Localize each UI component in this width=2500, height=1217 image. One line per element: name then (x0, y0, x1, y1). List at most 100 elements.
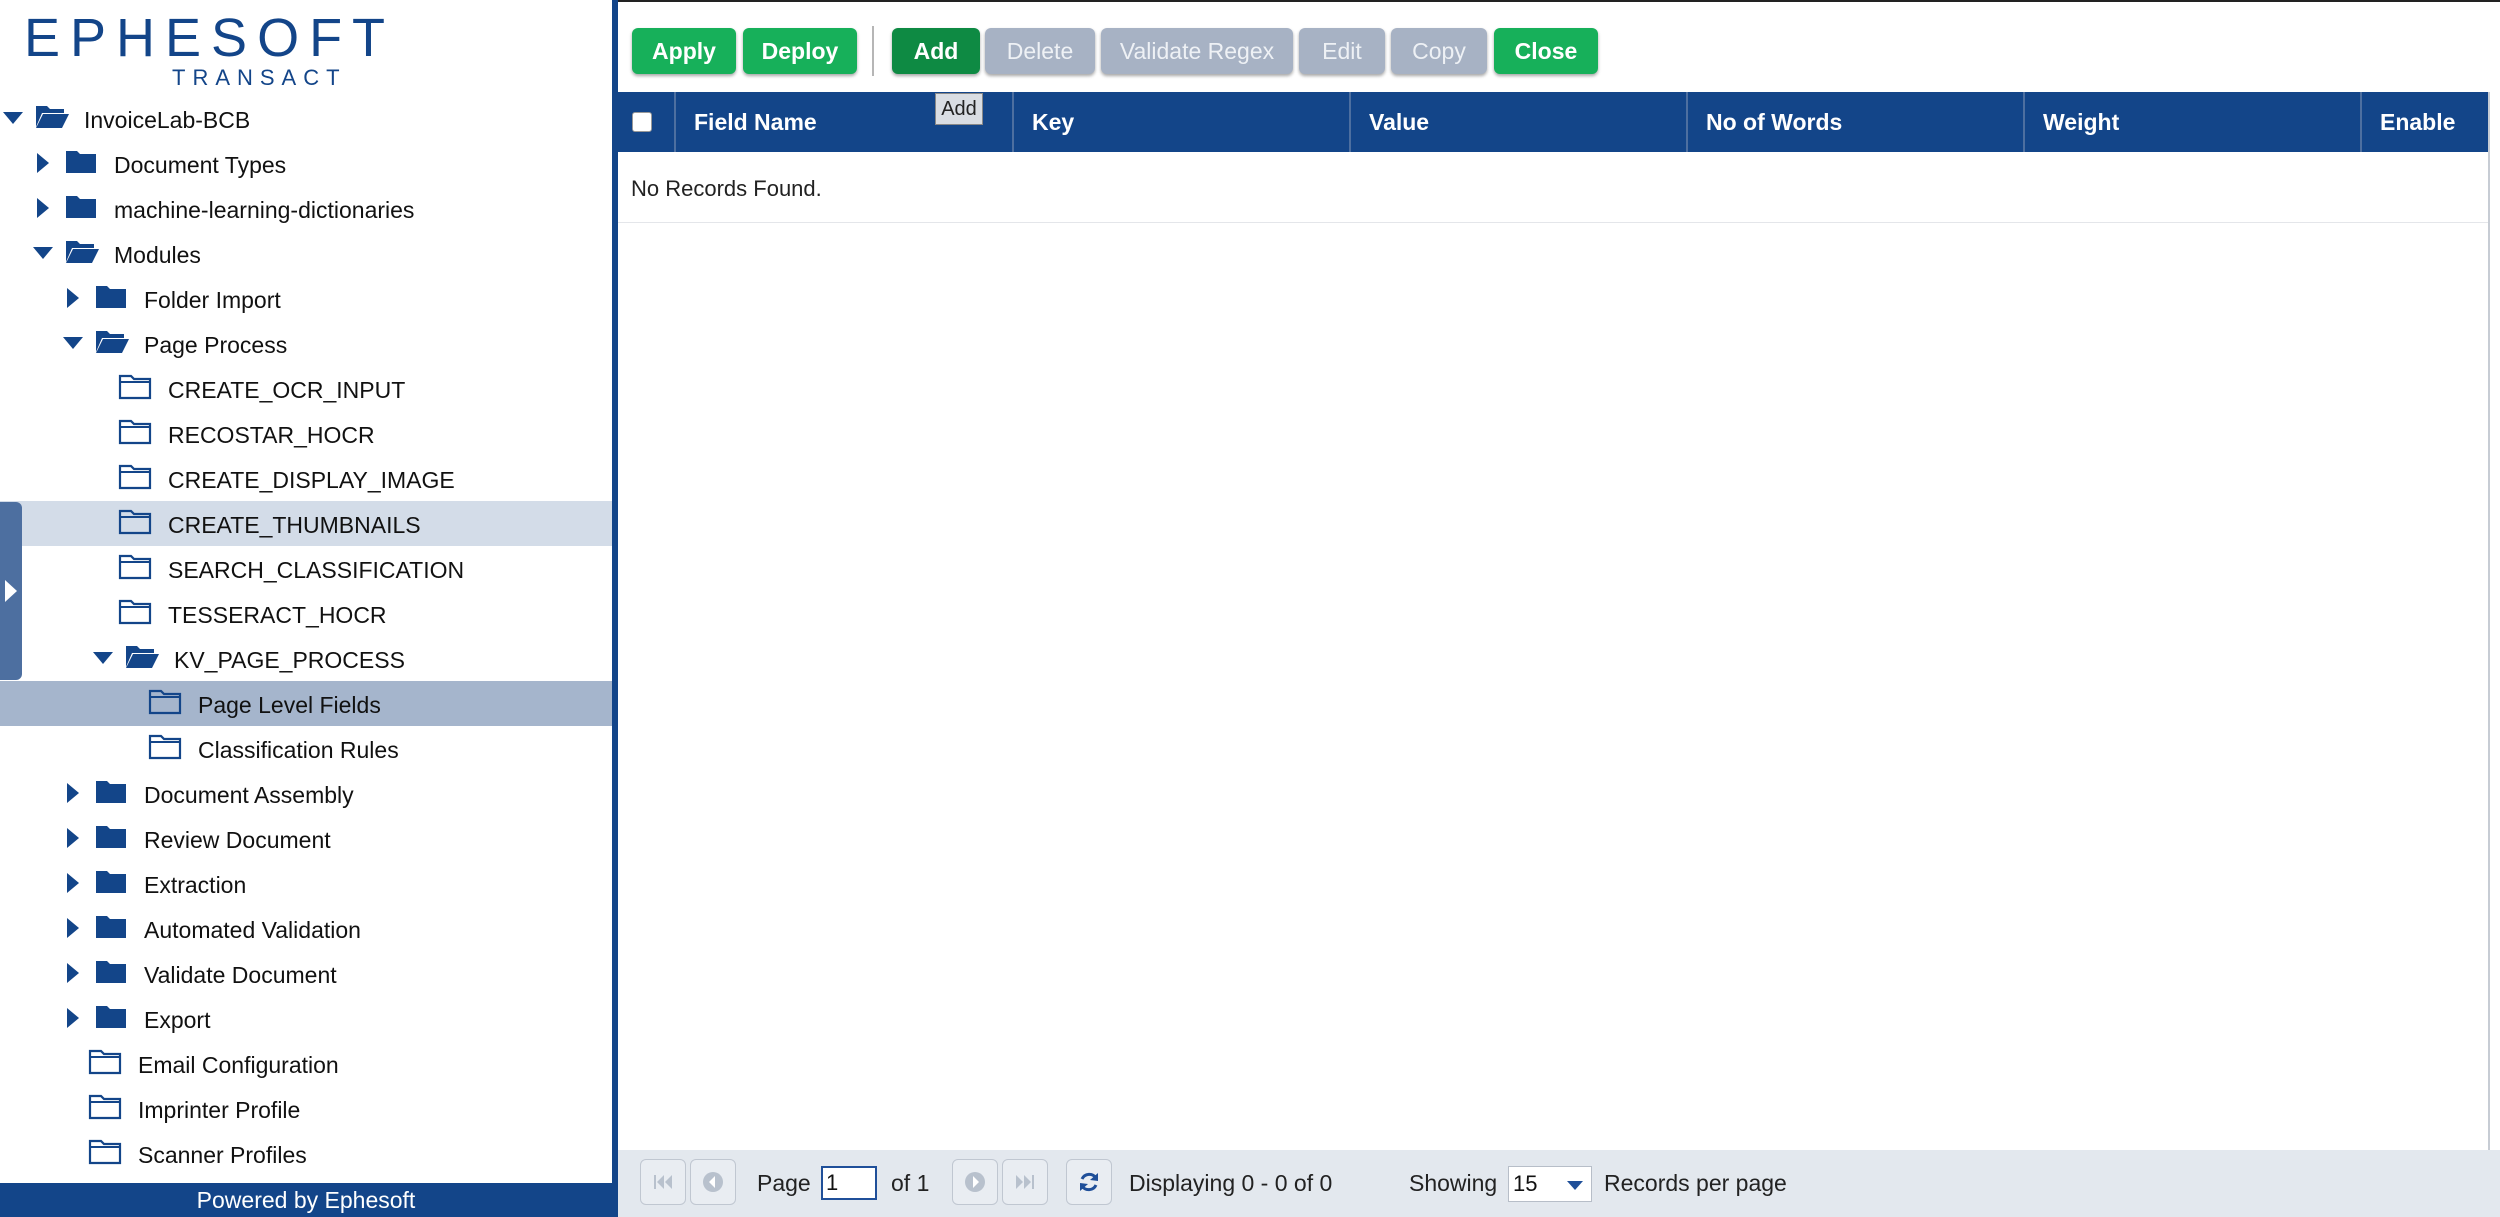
folder-icon (64, 192, 100, 224)
expand-caret-icon[interactable] (30, 194, 56, 222)
expand-arrow-icon (5, 580, 17, 602)
next-page-button[interactable] (952, 1159, 998, 1205)
tree-item-review-document[interactable]: Review Document (0, 816, 612, 861)
tree-item-label: InvoiceLab-BCB (84, 107, 251, 133)
collapse-caret-icon[interactable] (90, 644, 116, 672)
apply-button[interactable]: Apply (632, 28, 736, 74)
tree-item-export[interactable]: Export (0, 996, 612, 1041)
tree-item-label: machine-learning-dictionaries (114, 197, 415, 223)
column-no-of-words[interactable]: No of Words (1688, 92, 2025, 152)
tree-item-document-types[interactable]: Document Types (0, 141, 612, 186)
column-enable[interactable]: Enable (2362, 92, 2490, 152)
tree-item-label: Page Process (144, 332, 288, 358)
tree-item-label: SEARCH_CLASSIFICATION (168, 557, 465, 583)
tree-item-kv-page-process[interactable]: KV_PAGE_PROCESS (0, 636, 612, 681)
tree-item-label: CREATE_THUMBNAILS (168, 512, 421, 538)
tree-item-label: Page Level Fields (198, 692, 381, 718)
last-page-button[interactable] (1002, 1159, 1048, 1205)
collapse-caret-icon[interactable] (0, 104, 26, 132)
tree-item-label: TESSERACT_HOCR (168, 602, 387, 628)
records-per-page-select[interactable]: 15 (1508, 1166, 1592, 1202)
folder-outline-icon (118, 462, 154, 494)
refresh-button[interactable] (1066, 1159, 1112, 1205)
tree-item-label: CREATE_DISPLAY_IMAGE (168, 467, 455, 493)
delete-button[interactable]: Delete (985, 28, 1095, 74)
expand-caret-icon[interactable] (60, 779, 86, 807)
powered-by-footer: Powered by Ephesoft (0, 1183, 612, 1217)
refresh-icon (1080, 1172, 1098, 1192)
tree-item-automated-validation[interactable]: Automated Validation (0, 906, 612, 951)
expand-caret-icon[interactable] (60, 1004, 86, 1032)
folder-outline-icon (118, 372, 154, 404)
close-button[interactable]: Close (1494, 28, 1598, 74)
previous-page-button[interactable] (690, 1159, 736, 1205)
tree-item-label: Email Configuration (138, 1052, 339, 1078)
logo-wordmark: EPHESOFT (24, 8, 396, 68)
select-all-checkbox[interactable] (632, 112, 652, 132)
tree-item-create-display-image[interactable]: CREATE_DISPLAY_IMAGE (0, 456, 612, 501)
toolbar-separator (872, 26, 874, 76)
tree-item-create-ocr-input[interactable]: CREATE_OCR_INPUT (0, 366, 612, 411)
tree-item-email-configuration[interactable]: Email Configuration (0, 1041, 612, 1086)
tree-item-page-level-fields[interactable]: Page Level Fields (0, 681, 612, 726)
expand-caret-icon[interactable] (60, 869, 86, 897)
tree-item-label: Classification Rules (198, 737, 399, 763)
copy-button[interactable]: Copy (1391, 28, 1487, 74)
tree-item-extraction[interactable]: Extraction (0, 861, 612, 906)
folder-icon (94, 912, 130, 944)
tree-item-invoicelab-bcb[interactable]: InvoiceLab-BCB (0, 96, 612, 141)
folder-icon (94, 822, 130, 854)
tree-item-page-process[interactable]: Page Process (0, 321, 612, 366)
tree-item-scanner-profiles[interactable]: Scanner Profiles (0, 1131, 612, 1176)
collapse-caret-icon[interactable] (30, 239, 56, 267)
expand-caret-icon[interactable] (60, 284, 86, 312)
column-weight[interactable]: Weight (2025, 92, 2362, 152)
expand-caret-icon[interactable] (60, 959, 86, 987)
next-page-icon (965, 1172, 985, 1192)
records-per-page-value: 15 (1513, 1171, 1538, 1196)
column-key[interactable]: Key (1014, 92, 1351, 152)
tree-item-search-classification[interactable]: SEARCH_CLASSIFICATION (0, 546, 612, 591)
tree-item-folder-import[interactable]: Folder Import (0, 276, 612, 321)
tree-item-label: Export (144, 1007, 211, 1033)
folder-outline-icon (88, 1137, 124, 1169)
expand-panel-tab[interactable] (0, 502, 22, 680)
deploy-button[interactable]: Deploy (743, 28, 857, 74)
column-value[interactable]: Value (1351, 92, 1688, 152)
folder-icon (64, 147, 100, 179)
tree-item-label: Document Types (114, 152, 287, 178)
tree-item-recostar-hocr[interactable]: RECOSTAR_HOCR (0, 411, 612, 456)
tree-item-label: Folder Import (144, 287, 281, 313)
tree-item-validate-document[interactable]: Validate Document (0, 951, 612, 996)
tree-item-imprinter-profile[interactable]: Imprinter Profile (0, 1086, 612, 1131)
tree-item-label: RECOSTAR_HOCR (168, 422, 375, 448)
tree-item-tesseract-hocr[interactable]: TESSERACT_HOCR (0, 591, 612, 636)
tree-item-machine-learning-dictionaries[interactable]: machine-learning-dictionaries (0, 186, 612, 231)
expand-caret-icon[interactable] (60, 914, 86, 942)
tree-item-label: Scanner Profiles (138, 1142, 307, 1168)
expand-caret-icon[interactable] (60, 824, 86, 852)
expand-caret-icon[interactable] (30, 149, 56, 177)
first-page-button[interactable] (640, 1159, 686, 1205)
tree-item-document-assembly[interactable]: Document Assembly (0, 771, 612, 816)
page-number-input[interactable]: 1 (821, 1166, 877, 1200)
select-all-column (618, 92, 676, 152)
tree-item-modules[interactable]: Modules (0, 231, 612, 276)
folder-icon (94, 867, 130, 899)
page-count-label: of 1 (891, 1170, 930, 1196)
folder-icon (94, 777, 130, 809)
tree-item-classification-rules[interactable]: Classification Rules (0, 726, 612, 771)
records-per-page-label: Records per page (1604, 1170, 1787, 1196)
add-button[interactable]: Add (892, 28, 980, 74)
validate-regex-button[interactable]: Validate Regex (1101, 28, 1293, 74)
collapse-caret-icon[interactable] (60, 329, 86, 357)
folder-icon (94, 282, 130, 314)
edit-button[interactable]: Edit (1299, 28, 1385, 74)
grid-header: Field Name Key Value No of Words Weight … (618, 92, 2490, 152)
left-navigation-panel: EPHESOFT TRANSACT InvoiceLab-BCB Document… (0, 0, 612, 1217)
tree-item-label: Modules (114, 242, 201, 268)
folder-outline-icon (118, 597, 154, 629)
displaying-range: Displaying 0 - 0 of 0 (1129, 1170, 1333, 1196)
folder-icon (94, 957, 130, 989)
tree-item-create-thumbnails[interactable]: CREATE_THUMBNAILS (0, 501, 612, 546)
